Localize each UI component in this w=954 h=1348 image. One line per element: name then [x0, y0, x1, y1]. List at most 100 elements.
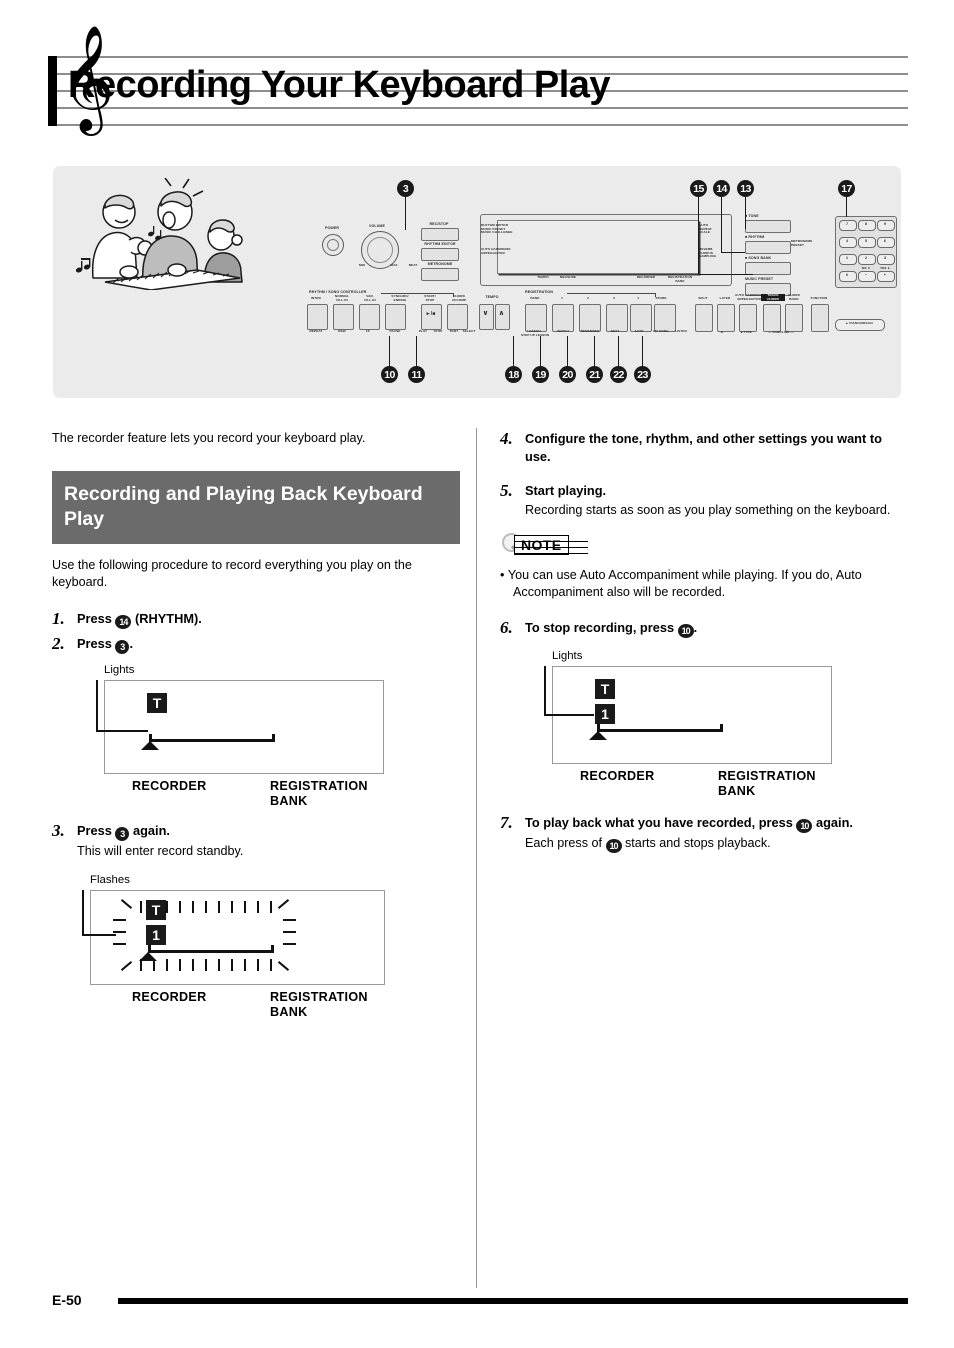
- controller-button-normal[interactable]: [333, 304, 354, 330]
- step-6-title: To stop recording, press 10.: [525, 619, 905, 638]
- registration-button-2[interactable]: [579, 304, 601, 332]
- registration-sub-mysong: MY SONG: [653, 329, 669, 333]
- registration-label-1: 1: [561, 296, 563, 300]
- music-preset-label: MUSIC PRESET: [745, 277, 774, 281]
- rhythm-editor-button[interactable]: [421, 248, 459, 261]
- step-5-title: Start playing.: [525, 483, 607, 498]
- step-7-body-pre: Each press of: [525, 836, 606, 850]
- registration-button-bank[interactable]: [525, 304, 547, 332]
- step-7-pre: To play back what you have recorded, pre…: [525, 815, 797, 830]
- chord-book-button[interactable]: [785, 304, 803, 332]
- left-column: The recorder feature lets you record you…: [52, 430, 460, 1033]
- rhythm-button[interactable]: [745, 241, 791, 254]
- button-ref-10: 10: [677, 624, 694, 638]
- step-1-pre: Press: [77, 611, 116, 626]
- controller-sub-ff: FF: [366, 329, 370, 333]
- type-sub-label: ▲TYPE: [740, 330, 752, 334]
- tempo-down-button[interactable]: [479, 304, 494, 330]
- chord-book-label: CHORD BOOK: [788, 293, 800, 301]
- keypad-9-label: 9: [883, 222, 887, 226]
- display-label-left-bottom: AUTO HARMONIZE ARPEGGIATOR: [481, 247, 511, 255]
- step-6-number: 6.: [500, 618, 513, 637]
- figure-step-3: Flashes T 1 RECORDER REGISTRATION BANK: [82, 874, 385, 1019]
- button-ref-10b: 10: [796, 819, 813, 833]
- callout-14: 14: [713, 180, 730, 197]
- registration-button-4[interactable]: [630, 304, 652, 332]
- figure-step-6-label-recorder: RECORDER: [580, 769, 655, 783]
- rec-stop-label: REC/STOP: [429, 222, 449, 226]
- step-2-post: .: [129, 636, 133, 651]
- figure-step-2-lcd: T: [104, 680, 384, 774]
- controller-button-intro[interactable]: [307, 304, 328, 330]
- registration-button-3[interactable]: [606, 304, 628, 332]
- step-7-body: Each press of 10 starts and stops playba…: [525, 835, 905, 853]
- note-badge: NOTE: [500, 533, 905, 557]
- auto-harmonize-label: AUTO HARMONIZE/ARPEGGIATOR: [735, 293, 766, 301]
- layer-button[interactable]: [717, 304, 735, 332]
- keypad-7-label: 7: [845, 222, 849, 226]
- power-knob-inner: [327, 239, 339, 251]
- function-label: FUNCTION: [810, 296, 828, 300]
- figure-step-6-labels: RECORDER REGISTRATION BANK: [552, 764, 832, 798]
- figure-step-6-callout: Lights: [552, 650, 583, 662]
- callout-20: 20: [559, 366, 576, 383]
- controller-button-synchro[interactable]: [385, 304, 406, 330]
- registration-sub-next: NEXT: [610, 329, 620, 333]
- controller-button-start-stop[interactable]: [421, 304, 442, 330]
- figure-step-3-label-recorder: RECORDER: [132, 990, 207, 1004]
- step-6-post: .: [693, 620, 698, 635]
- keypad-5-label: 5: [864, 239, 868, 243]
- keyboard-panel-diagram: POWER VOLUME MIN MAX BEAT REC/STOP RHYTH…: [53, 166, 901, 398]
- figure-step-2: Lights T RECORDER REGISTRATION BANK: [96, 664, 384, 808]
- keypad-yes-label: YES ∧: [879, 266, 891, 270]
- registration-button-store[interactable]: [654, 304, 676, 332]
- controller-button-chord-accomp[interactable]: [447, 304, 468, 330]
- registration-button-1[interactable]: [552, 304, 574, 332]
- display-label-measure: MEASURE: [559, 275, 577, 279]
- display-label-registration-bank: REGISTRATION BANK: [667, 275, 693, 283]
- figure-step-3-labels: RECORDER REGISTRATION BANK: [90, 985, 385, 1019]
- figure-step-2-badge-t: T: [147, 693, 167, 713]
- column-divider: [476, 428, 477, 1288]
- metronome-button[interactable]: [421, 268, 459, 281]
- figure-step-2-labels: RECORDER REGISTRATION BANK: [104, 774, 384, 808]
- page-number: E-50: [52, 1292, 82, 1308]
- piano-organ-label: ▲ PIANO/ORGAN: [845, 321, 873, 325]
- figure-step-2-label-recorder: RECORDER: [132, 779, 207, 793]
- song-bank-label: ■ SONG BANK: [745, 256, 772, 260]
- track-chord-button[interactable]: [763, 304, 781, 332]
- step-4: 4. Configure the tone, rhythm, and other…: [500, 429, 905, 466]
- intro-text: The recorder feature lets you record you…: [52, 431, 366, 445]
- step-4-number: 4.: [500, 429, 513, 448]
- split-button[interactable]: [695, 304, 713, 332]
- volume-max-label: MAX: [390, 263, 398, 267]
- controller-label-intro: INTRO: [310, 296, 322, 300]
- keypad-1-label: 1: [845, 256, 849, 260]
- callout-3: 3: [397, 180, 414, 197]
- controller-button-var[interactable]: [359, 304, 380, 330]
- keypad-minus-label: −: [864, 273, 868, 277]
- button-ref-3b: 3: [115, 827, 130, 841]
- step-6-pre: To stop recording, press: [525, 620, 678, 635]
- step-7-body-post: starts and stops playback.: [621, 836, 771, 850]
- step-5: 5. Start playing. Recording starts as so…: [500, 481, 905, 519]
- tone-button[interactable]: [745, 220, 791, 233]
- figure-step-6-badge-1: 1: [595, 704, 615, 724]
- display-label-left-top: RHYTHM EDITOR MUSIC PRESET MUSIC CHALLENGE: [481, 223, 513, 235]
- footer-rule: [118, 1298, 908, 1304]
- tempo-label: TEMPO: [485, 295, 499, 299]
- registration-sub-watch: WATCH: [557, 329, 569, 333]
- figure-step-2-label-registration: REGISTRATION BANK: [270, 779, 368, 808]
- keypad-4-label: 4: [845, 239, 849, 243]
- registration-sub-lesson: LESSON STEP UP LESSON: [521, 329, 550, 337]
- tempo-up-button[interactable]: [495, 304, 510, 330]
- registration-sub-remember: REMEMBER: [580, 329, 600, 333]
- figure-step-3-badge-1: 1: [146, 925, 166, 945]
- step-2: 2. Press 3.: [52, 634, 457, 654]
- display-label-recorder: RECORDER: [636, 275, 656, 279]
- rec-stop-button[interactable]: [421, 228, 459, 241]
- function-button[interactable]: [811, 304, 829, 332]
- auto-harmonize-button[interactable]: [739, 304, 757, 332]
- keypad-3-label: 3: [883, 256, 887, 260]
- note-label: NOTE: [514, 535, 569, 555]
